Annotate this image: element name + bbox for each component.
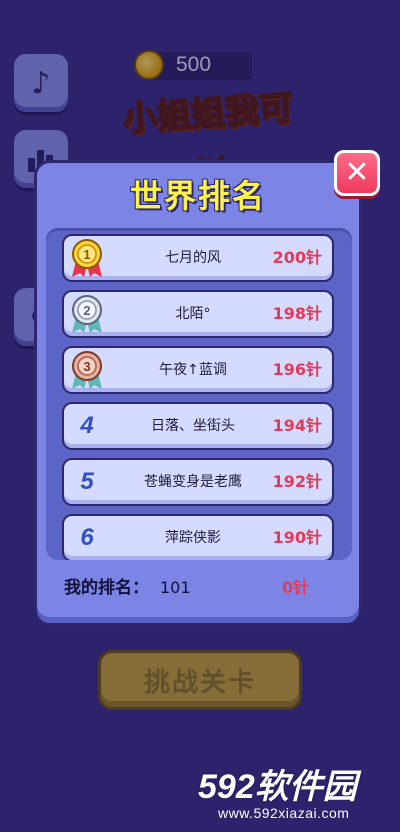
rank-number: 6 — [80, 524, 94, 551]
player-name: 萍踪侠影 — [165, 530, 221, 546]
leaderboard-row: 1 七月的风 200针 — [62, 234, 334, 282]
watermark-logo: 592软件园 — [198, 768, 357, 806]
gold-medal-icon: 1 — [72, 239, 102, 277]
silver-medal-icon: 2 — [72, 295, 102, 333]
player-score: 190针 — [272, 528, 322, 547]
watermark-url: www.592xiazai.com — [218, 805, 350, 821]
leaderboard-row: 5 苍蝇变身是老鹰 192针 — [62, 458, 334, 506]
close-button[interactable]: ✕ — [334, 150, 380, 196]
rank-number: 4 — [80, 412, 94, 439]
svg-text:3: 3 — [83, 359, 90, 374]
player-score: 200针 — [272, 248, 322, 267]
player-name: 北陌° — [175, 306, 211, 322]
close-icon: ✕ — [344, 155, 370, 190]
leaderboard-row: 6 萍踪侠影 190针 — [62, 514, 334, 560]
my-rank-label: 我的排名： — [64, 578, 149, 598]
player-name: 日落、坐街头 — [151, 418, 235, 434]
svg-text:1: 1 — [83, 247, 90, 262]
player-name: 午夜↑蓝调 — [159, 362, 227, 378]
player-score: 192针 — [272, 472, 322, 491]
player-name: 苍蝇变身是老鹰 — [144, 474, 242, 490]
leaderboard-row: 3 午夜↑蓝调 196针 — [62, 346, 334, 394]
svg-text:2: 2 — [83, 303, 90, 318]
player-name: 七月的风 — [165, 250, 221, 266]
my-rank-value: 101 — [160, 578, 191, 597]
rank-number: 5 — [80, 468, 94, 495]
leaderboard-row: 2 北陌° 198针 — [62, 290, 334, 338]
modal-title: 世界排名 — [129, 177, 266, 215]
bronze-medal-icon: 3 — [72, 351, 102, 389]
player-score: 194针 — [272, 416, 322, 435]
leaderboard-row: 4 日落、坐街头 194针 — [62, 402, 334, 450]
player-score: 196针 — [272, 360, 322, 379]
my-score: 0针 — [282, 578, 310, 597]
player-score: 198针 — [272, 304, 322, 323]
leaderboard-list[interactable]: 1 七月的风 200针 2 北陌° 198针 3 午夜↑蓝调 196针 4 日落… — [46, 228, 352, 560]
